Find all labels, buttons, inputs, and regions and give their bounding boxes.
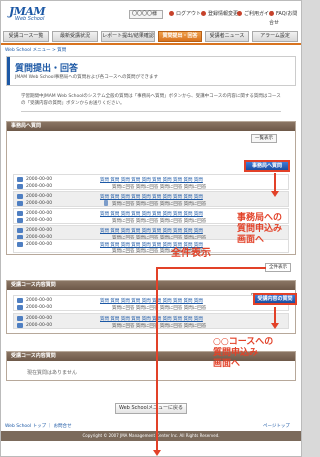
question-icon — [17, 228, 23, 233]
page-title: 質問提出・回答 — [15, 64, 79, 74]
course-question-button[interactable]: 受講内容の質問 — [253, 293, 297, 305]
faq-icon — [269, 10, 274, 16]
nav-divider — [1, 43, 301, 45]
question-link[interactable]: 質問 質問 質問 質問 質問 質問 質問 質問 質問 質問 — [100, 211, 203, 217]
course-section-header: 受講コース内容質問 — [7, 281, 295, 290]
answer-icon — [17, 201, 23, 206]
question-link[interactable]: 質問 質問 質問 質問 質問 質問 質問 質問 質問 質問 — [100, 228, 203, 234]
back-to-menu-button[interactable]: Web Schoolメニューに戻る — [115, 403, 187, 414]
page-top-link[interactable]: ページトップ — [263, 423, 290, 429]
question-link[interactable]: 質問 質問 質問 質問 質問 質問 質問 質問 質問 質問 — [100, 194, 203, 200]
annotation-arrow — [271, 191, 279, 197]
title-accent-bar — [7, 57, 10, 85]
answer-icon — [17, 184, 23, 189]
answer-icon — [17, 323, 23, 328]
footer-links[interactable]: Web School トップ ｜ お問合せ — [5, 423, 71, 429]
course-question-section: 受講コース内容質問 一覧表示 2000-00-00 2000-00-00 質問 … — [6, 280, 296, 334]
annotation-line — [156, 267, 158, 452]
question-icon — [17, 298, 23, 303]
empty-message: 現在質問はありません — [27, 370, 77, 376]
question-icon — [17, 242, 23, 247]
office-list-button[interactable]: 一覧表示 — [251, 134, 277, 143]
guide-icon — [237, 10, 242, 16]
annotation-arrow — [271, 323, 279, 329]
question-icon — [17, 211, 23, 216]
logout-link[interactable]: ログアウト — [169, 10, 201, 19]
logo[interactable]: JMAM Web School — [9, 5, 49, 23]
title-panel: 質問提出・回答 JMAM Web School事務局への質問および各コースへの質… — [6, 56, 296, 86]
question-icon — [17, 177, 23, 182]
tab-report[interactable]: レポート提出/結果確認 — [101, 31, 155, 42]
table-row[interactable]: 2000-00-00 2000-00-00 質問 質問 質問 質問 質問 質問 … — [13, 313, 289, 329]
attachment-icon — [104, 200, 108, 206]
question-link[interactable]: 質問 質問 質問 質問 質問 質問 質問 質問 質問 質問 — [100, 177, 203, 183]
profile-link[interactable]: 登録情報変更 — [201, 10, 238, 19]
question-link[interactable]: 質問 質問 質問 質問 質問 質問 質問 質問 質問 質問 — [100, 316, 203, 322]
annotation-line — [274, 173, 276, 193]
office-section-header: 事務局へ質問 — [7, 122, 295, 131]
page-frame: JMAM Web School 〇〇〇〇様 ログアウト 登録情報変更 ご利用ガイ… — [0, 0, 302, 457]
tab-course-list[interactable]: 受講コース一覧 — [3, 31, 49, 42]
breadcrumb[interactable]: Web School メニュー > 質問 — [5, 47, 66, 53]
annotation-office: 事務局への 質問申込み 画面へ — [237, 213, 283, 245]
question-icon — [17, 316, 23, 321]
tab-alarm[interactable]: アラーム設定 — [252, 31, 298, 42]
faq-link[interactable]: FAQ/お問合せ — [269, 10, 301, 26]
main-nav: 受講コース一覧 最新受講状況 レポート提出/結果確認 質問提出・回答 受講者ニュ… — [3, 31, 299, 43]
question-icon — [17, 194, 23, 199]
logout-icon — [169, 10, 174, 16]
tab-questions[interactable]: 質問提出・回答 — [158, 31, 202, 42]
answer-icon — [17, 305, 23, 310]
office-question-button[interactable]: 事務局へ質問 — [244, 160, 290, 172]
user-name: 〇〇〇〇様 — [129, 10, 163, 19]
footer-copyright: Copyright © 2007 JMA Management Center I… — [1, 431, 301, 441]
table-row[interactable]: 2000-00-00 2000-00-00 質問 質問 質問 質問 質問 質問 … — [13, 191, 289, 207]
show-all-button[interactable]: 全件表示 — [265, 263, 291, 272]
tab-news[interactable]: 受講者ニュース — [205, 31, 249, 42]
question-link[interactable]: 質問 質問 質問 質問 質問 質問 質問 質問 質問 質問 — [100, 298, 203, 304]
annotation-arrow — [153, 450, 161, 456]
tab-progress[interactable]: 最新受講状況 — [52, 31, 98, 42]
annotation-line — [156, 267, 266, 269]
profile-icon — [201, 10, 206, 16]
logo-subtext: Web School — [15, 16, 45, 22]
annotation-show-all: 全件表示 — [171, 248, 211, 259]
table-row[interactable]: 2000-00-00 2000-00-00 質問 質問 質問 質問 質問 質問 … — [13, 295, 289, 311]
table-row[interactable]: 2000-00-00 2000-00-00 質問 質問 質問 質問 質問 質問 … — [13, 174, 289, 190]
page-subtitle: JMAM Web School事務局への質問および各コースへの質問ができます — [15, 75, 159, 80]
answer-icon — [17, 218, 23, 223]
intro-text: 学習期間中JMAM Web Schoolのシステム全般の質問は「事務局へ質問」ボ… — [21, 93, 281, 112]
annotation-course: ○○コースへの 質問申込み 画面へ — [213, 337, 274, 369]
